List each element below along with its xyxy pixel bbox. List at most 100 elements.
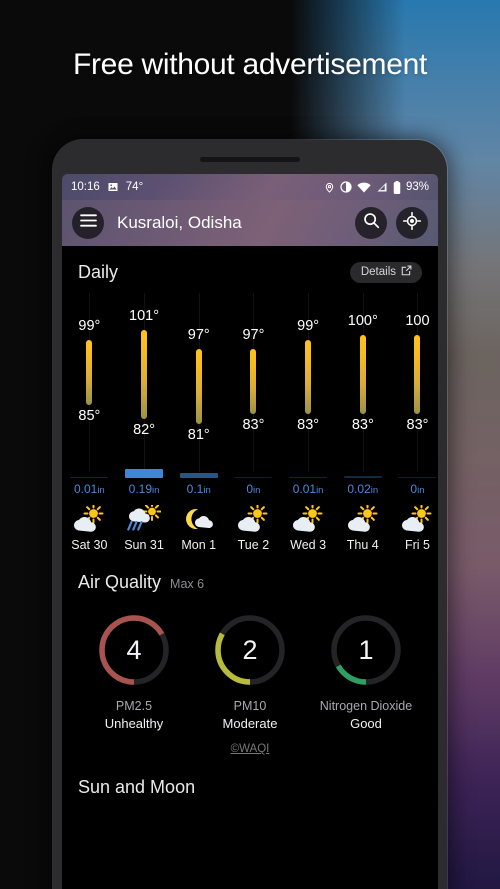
temperature-bar-zone: 97° 81° [171, 293, 226, 468]
partly-cloudy-day-icon [346, 502, 380, 538]
status-bar: 10:16 74° 93% [62, 174, 438, 200]
search-button[interactable] [355, 207, 387, 239]
air-quality-value: 1 [358, 634, 374, 665]
wifi-icon [357, 182, 371, 193]
status-bar-temperature: 74° [125, 181, 144, 193]
air-quality-status: Unhealthy [104, 716, 164, 731]
precipitation-bar [234, 477, 273, 478]
precipitation-amount: 0.01in [73, 482, 105, 496]
precipitation-bar [179, 473, 218, 478]
daily-day-label: Fri 5 [404, 538, 430, 552]
temperature-range-bar [195, 349, 202, 424]
partly-cloudy-day-icon [400, 502, 434, 538]
air-quality-status: Moderate [222, 716, 278, 731]
daily-day-label: Sat 30 [71, 538, 108, 552]
promo-headline: Free without advertisement [72, 48, 428, 81]
precipitation-zone: 0.01in [62, 468, 117, 502]
partly-cloudy-day-icon [291, 502, 325, 538]
cellular-signal-icon [376, 181, 388, 193]
waqi-attribution-link[interactable]: ©WAQI [62, 743, 438, 755]
air-quality-pollutant-name: PM10 [233, 699, 267, 713]
daily-forecast-column[interactable]: 99° 83° 0.01in Wed 3 [281, 293, 336, 556]
precipitation-amount: 0.19in [128, 482, 160, 496]
temperature-range-bar [250, 349, 257, 415]
air-quality-item: 2 PM10 Moderate [193, 611, 308, 731]
do-not-disturb-icon [340, 181, 352, 193]
precipitation-amount: 0in [410, 482, 425, 496]
daily-forecast-chart[interactable]: 99° 85° 0.01in Sat 30 101° 82° 0.19in Sun 31 97°… [62, 293, 438, 556]
sun-and-moon-section-header: Sun and Moon [62, 755, 438, 798]
precipitation-zone: 0in [226, 468, 281, 502]
temperature-range-bar [86, 339, 93, 405]
my-location-icon [402, 211, 422, 235]
daily-high-temperature: 100 [405, 313, 430, 329]
daily-high-temperature: 97° [187, 327, 210, 343]
air-quality-pollutant-name: Nitrogen Dioxide [319, 699, 413, 713]
precipitation-bar [125, 469, 164, 478]
daily-high-temperature: 100° [347, 313, 378, 329]
precipitation-amount: 0in [246, 482, 261, 496]
daily-day-label: Tue 2 [237, 538, 270, 552]
precipitation-zone: 0.19in [117, 468, 172, 502]
daily-low-temperature: 83° [351, 417, 374, 434]
image-icon [107, 181, 119, 193]
phone-mockup: 10:16 74° 93% Kusraloi, Odisha Daily Det… [53, 140, 447, 889]
details-button[interactable]: Details [349, 262, 422, 283]
temperature-bar-zone: 101° 82° [117, 293, 172, 468]
air-quality-value: 2 [242, 634, 258, 665]
location-pin-icon [324, 181, 335, 194]
partly-cloudy-night-icon [182, 502, 216, 538]
temperature-bar-zone: 100° 83° [335, 293, 390, 468]
daily-forecast-column[interactable]: 100 83° 0in Fri 5 [390, 293, 438, 556]
daily-day-label: Wed 3 [290, 538, 327, 552]
temperature-bar-zone: 97° 83° [226, 293, 281, 468]
daily-forecast-column[interactable]: 99° 85° 0.01in Sat 30 [62, 293, 117, 556]
precipitation-zone: 0in [390, 468, 438, 502]
weather-content-scroll[interactable]: Daily Details 99° 85° 0.01in Sat 30 101° 82° 0… [62, 246, 438, 889]
air-quality-status: Good [350, 716, 382, 731]
daily-forecast-row: 99° 85° 0.01in Sat 30 101° 82° 0.19in Sun 31 97°… [62, 293, 438, 556]
page-title: Kusraloi, Odisha [117, 213, 242, 232]
precipitation-amount: 0.01in [292, 482, 324, 496]
daily-low-temperature: 85° [78, 408, 101, 424]
temperature-bar-zone: 99° 85° [62, 293, 117, 468]
temperature-range-bar [414, 335, 421, 415]
air-quality-gauge: 4 [95, 611, 173, 689]
daily-low-temperature: 83° [242, 417, 265, 434]
daily-forecast-column[interactable]: 101° 82° 0.19in Sun 31 [117, 293, 172, 556]
precipitation-amount: 0.02in [347, 482, 379, 496]
air-quality-item: 1 Nitrogen Dioxide Good [309, 611, 424, 731]
daily-title: Daily [78, 262, 119, 282]
precipitation-zone: 0.01in [281, 468, 336, 502]
sun-and-moon-title: Sun and Moon [78, 777, 196, 797]
temperature-range-bar [141, 330, 148, 419]
air-quality-section-header: Air Quality Max 6 [62, 556, 438, 593]
battery-icon [393, 180, 401, 194]
app-bar: Kusraloi, Odisha [62, 200, 438, 246]
hamburger-menu-icon [79, 214, 97, 232]
air-quality-pollutant-name: PM2.5 [115, 699, 153, 713]
precipitation-bar [343, 476, 382, 478]
search-icon [363, 212, 380, 234]
precipitation-zone: 0.1in [171, 468, 226, 502]
precipitation-zone: 0.02in [335, 468, 390, 502]
precipitation-bar [289, 477, 328, 478]
air-quality-gauge: 2 [211, 611, 289, 689]
air-quality-title: Air Quality [78, 572, 162, 592]
my-location-button[interactable] [396, 207, 428, 239]
daily-high-temperature: 97° [242, 327, 265, 343]
daily-high-temperature: 99° [78, 317, 101, 334]
daily-forecast-column[interactable]: 97° 81° 0.1in Mon 1 [171, 293, 226, 556]
daily-low-temperature: 81° [187, 426, 210, 443]
hamburger-menu-button[interactable] [72, 207, 104, 239]
daily-high-temperature: 101° [129, 308, 160, 325]
air-quality-gauge: 1 [327, 611, 405, 689]
daily-forecast-column[interactable]: 100° 83° 0.02in Thu 4 [335, 293, 390, 556]
precipitation-amount: 0.1in [186, 482, 211, 496]
rain-sun-icon [127, 502, 162, 538]
earpiece-speaker [200, 157, 300, 162]
temperature-range-bar [305, 339, 312, 415]
daily-forecast-column[interactable]: 97° 83° 0in Tue 2 [226, 293, 281, 556]
partly-cloudy-day-icon [236, 502, 270, 538]
daily-high-temperature: 99° [297, 317, 320, 334]
